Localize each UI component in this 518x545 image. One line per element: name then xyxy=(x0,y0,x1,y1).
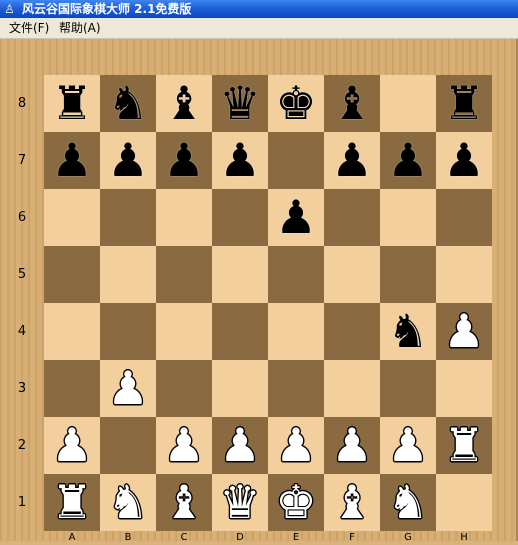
window-title: 风云谷国际象棋大师 2.1免费版 xyxy=(22,2,192,16)
square-a3[interactable] xyxy=(44,360,100,417)
white-king-icon[interactable]: ♚ xyxy=(268,474,324,531)
square-a5[interactable] xyxy=(44,246,100,303)
square-d6[interactable] xyxy=(212,189,268,246)
rank-label: 4 xyxy=(17,323,27,339)
square-h3[interactable] xyxy=(436,360,492,417)
black-king-icon[interactable]: ♚ xyxy=(268,75,324,132)
file-label: D xyxy=(236,532,244,543)
square-b5[interactable] xyxy=(100,246,156,303)
square-a6[interactable] xyxy=(44,189,100,246)
white-rook-icon[interactable]: ♜ xyxy=(436,417,492,474)
square-g5[interactable] xyxy=(380,246,436,303)
white-pawn-icon[interactable]: ♟ xyxy=(324,417,380,474)
black-pawn-icon[interactable]: ♟ xyxy=(156,132,212,189)
black-pawn-icon[interactable]: ♟ xyxy=(212,132,268,189)
black-pawn-icon[interactable]: ♟ xyxy=(436,132,492,189)
black-bishop-icon[interactable]: ♝ xyxy=(324,75,380,132)
black-pawn-icon[interactable]: ♟ xyxy=(268,189,324,246)
rank-label: 8 xyxy=(17,95,27,111)
rank-label: 5 xyxy=(17,266,27,282)
black-knight-icon[interactable]: ♞ xyxy=(380,303,436,360)
file-label: F xyxy=(349,532,355,543)
file-label: C xyxy=(180,532,188,543)
white-bishop-icon[interactable]: ♝ xyxy=(156,474,212,531)
board-frame: ♜ ♞ ♝ ♛ ♚ ♝ ♜ ♟ ♟ ♟ ♟ ♟ ♟ ♟ ♟ ♞ ♟ ♟ ♟ ♟ ♟ ♟ ♟ ♟ ♜ ♜ ♞ ♝ ♛ ♚ ♝ ♞ 8765432… xyxy=(0,39,518,543)
white-bishop-icon[interactable]: ♝ xyxy=(324,474,380,531)
white-queen-icon[interactable]: ♛ xyxy=(212,474,268,531)
square-h1[interactable] xyxy=(436,474,492,531)
square-e3[interactable] xyxy=(268,360,324,417)
square-d5[interactable] xyxy=(212,246,268,303)
white-pawn-icon[interactable]: ♟ xyxy=(436,303,492,360)
white-pawn-icon[interactable]: ♟ xyxy=(268,417,324,474)
black-knight-icon[interactable]: ♞ xyxy=(100,75,156,132)
square-c5[interactable] xyxy=(156,246,212,303)
black-bishop-icon[interactable]: ♝ xyxy=(156,75,212,132)
rank-label: 6 xyxy=(17,209,27,225)
black-pawn-icon[interactable]: ♟ xyxy=(100,132,156,189)
black-pawn-icon[interactable]: ♟ xyxy=(324,132,380,189)
title-bar[interactable]: ♙ 风云谷国际象棋大师 2.1免费版 xyxy=(0,0,518,18)
square-e5[interactable] xyxy=(268,246,324,303)
square-c4[interactable] xyxy=(156,303,212,360)
square-c3[interactable] xyxy=(156,360,212,417)
white-pawn-icon[interactable]: ♟ xyxy=(44,417,100,474)
black-rook-icon[interactable]: ♜ xyxy=(44,75,100,132)
square-h5[interactable] xyxy=(436,246,492,303)
square-c6[interactable] xyxy=(156,189,212,246)
square-g6[interactable] xyxy=(380,189,436,246)
file-label: A xyxy=(68,532,76,543)
file-label: B xyxy=(124,532,132,543)
square-b2[interactable] xyxy=(100,417,156,474)
square-e4[interactable] xyxy=(268,303,324,360)
white-rook-icon[interactable]: ♜ xyxy=(44,474,100,531)
square-b4[interactable] xyxy=(100,303,156,360)
square-d4[interactable] xyxy=(212,303,268,360)
chess-board: ♜ ♞ ♝ ♛ ♚ ♝ ♜ ♟ ♟ ♟ ♟ ♟ ♟ ♟ ♟ ♞ ♟ ♟ ♟ ♟ ♟ ♟ ♟ ♟ ♜ ♜ ♞ ♝ ♛ ♚ ♝ ♞ xyxy=(44,75,492,531)
menu-file[interactable]: 文件(F) xyxy=(9,18,49,38)
black-pawn-icon[interactable]: ♟ xyxy=(44,132,100,189)
menu-bar: 文件(F) 帮助(A) xyxy=(0,18,518,39)
square-f6[interactable] xyxy=(324,189,380,246)
square-f5[interactable] xyxy=(324,246,380,303)
white-knight-icon[interactable]: ♞ xyxy=(100,474,156,531)
white-knight-icon[interactable]: ♞ xyxy=(380,474,436,531)
square-f4[interactable] xyxy=(324,303,380,360)
file-label: H xyxy=(460,532,468,543)
black-pawn-icon[interactable]: ♟ xyxy=(380,132,436,189)
black-rook-icon[interactable]: ♜ xyxy=(436,75,492,132)
file-label: E xyxy=(292,532,300,543)
square-d3[interactable] xyxy=(212,360,268,417)
black-queen-icon[interactable]: ♛ xyxy=(212,75,268,132)
white-pawn-icon[interactable]: ♟ xyxy=(380,417,436,474)
menu-help[interactable]: 帮助(A) xyxy=(59,18,101,38)
white-pawn-icon[interactable]: ♟ xyxy=(212,417,268,474)
square-b6[interactable] xyxy=(100,189,156,246)
white-pawn-icon[interactable]: ♟ xyxy=(156,417,212,474)
rank-label: 1 xyxy=(17,494,27,510)
square-f3[interactable] xyxy=(324,360,380,417)
rank-label: 7 xyxy=(17,152,27,168)
square-g3[interactable] xyxy=(380,360,436,417)
square-g8[interactable] xyxy=(380,75,436,132)
rank-label: 2 xyxy=(17,437,27,453)
white-pawn-icon[interactable]: ♟ xyxy=(100,360,156,417)
square-h6[interactable] xyxy=(436,189,492,246)
file-label: G xyxy=(404,532,412,543)
square-e7[interactable] xyxy=(268,132,324,189)
rank-label: 3 xyxy=(17,380,27,396)
chess-pawn-app-icon[interactable]: ♙ xyxy=(3,2,16,16)
square-a4[interactable] xyxy=(44,303,100,360)
